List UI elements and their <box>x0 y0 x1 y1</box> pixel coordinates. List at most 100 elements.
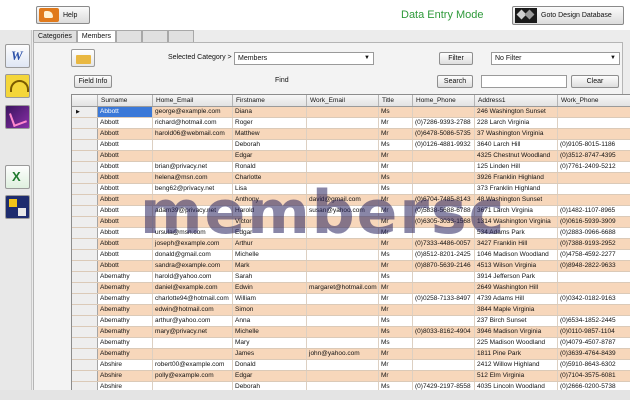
cell-home-email[interactable]: joseph@example.com <box>153 239 233 249</box>
cell-work-phone[interactable]: (0)0342-0182-9163 <box>558 294 630 304</box>
table-row[interactable]: Abernathy edwin@hotmail.com Simon Mr 3844 Ma… <box>72 305 630 316</box>
cell-work-phone[interactable] <box>558 283 630 293</box>
cell-firstname[interactable]: Diana <box>233 107 307 117</box>
row-header[interactable] <box>72 195 98 205</box>
excel-icon[interactable] <box>5 165 30 189</box>
cell-home-email[interactable]: charlotte94@hotmail.com <box>153 294 233 304</box>
cell-address1[interactable]: 3640 Larch Hill <box>475 140 558 150</box>
cell-work-email[interactable] <box>307 184 379 194</box>
cell-firstname[interactable]: Ronald <box>233 162 307 172</box>
cell-address1[interactable]: 3671 Larch Virginia <box>475 206 558 216</box>
cell-work-email[interactable] <box>307 327 379 337</box>
cell-address1[interactable]: 237 Birch Sunset <box>475 316 558 326</box>
table-row[interactable]: Abernathy charlotte94@hotmail.com William M… <box>72 294 630 305</box>
cell-surname[interactable]: Abernathy <box>98 283 153 293</box>
cell-address1[interactable]: 225 Madison Woodland <box>475 338 558 348</box>
row-header[interactable] <box>72 239 98 249</box>
cell-home-phone[interactable]: (0)6704-7485-8143 <box>413 195 475 205</box>
cell-address1[interactable]: 1046 Madison Woodland <box>475 250 558 260</box>
cell-firstname[interactable]: Edgar <box>233 228 307 238</box>
cell-work-phone[interactable]: (0)0110-9857-1104 <box>558 327 630 337</box>
cell-home-phone[interactable] <box>413 107 475 117</box>
cell-home-email[interactable]: daniel@example.com <box>153 283 233 293</box>
table-row[interactable]: Abbott Anthony david@gmail.com Mr (0)6704-74… <box>72 195 630 206</box>
cell-home-email[interactable] <box>153 338 233 348</box>
tab-members[interactable]: Members <box>76 30 117 42</box>
cell-title[interactable]: Ms <box>379 250 413 260</box>
cell-home-phone[interactable]: (0)0126-4881-9932 <box>413 140 475 150</box>
row-header[interactable] <box>72 261 98 271</box>
cell-firstname[interactable]: Michelle <box>233 250 307 260</box>
cell-home-phone[interactable] <box>413 316 475 326</box>
cell-home-phone[interactable] <box>413 173 475 183</box>
cell-home-email[interactable]: edwin@hotmail.com <box>153 305 233 315</box>
cell-work-phone[interactable]: (0)6534-1852-2445 <box>558 316 630 326</box>
cell-work-email[interactable] <box>307 305 379 315</box>
cell-work-phone[interactable]: (0)8948-2822-9633 <box>558 261 630 271</box>
cell-address1[interactable]: 4739 Adams Hill <box>475 294 558 304</box>
cell-address1[interactable]: 1811 Pine Park <box>475 349 558 359</box>
cell-surname[interactable]: Abbott <box>98 217 153 227</box>
cell-work-email[interactable] <box>307 294 379 304</box>
cell-firstname[interactable]: William <box>233 294 307 304</box>
cell-title[interactable]: Ms <box>379 338 413 348</box>
cell-firstname[interactable]: Arthur <box>233 239 307 249</box>
cell-home-email[interactable] <box>153 217 233 227</box>
cell-work-phone[interactable]: (0)3639-4764-8439 <box>558 349 630 359</box>
cell-title[interactable]: Ms <box>379 140 413 150</box>
cell-address1[interactable]: 2649 Washington Hill <box>475 283 558 293</box>
cell-address1[interactable]: 1314 Washington Virginia <box>475 217 558 227</box>
find-input[interactable] <box>481 75 567 88</box>
cell-work-phone[interactable] <box>558 129 630 139</box>
cell-title[interactable]: Mr <box>379 162 413 172</box>
column-header-title[interactable]: Title <box>379 95 413 106</box>
cell-surname[interactable]: Abernathy <box>98 327 153 337</box>
cell-home-phone[interactable] <box>413 162 475 172</box>
cell-title[interactable]: Ms <box>379 327 413 337</box>
cell-home-email[interactable]: polly@example.com <box>153 371 233 381</box>
column-header-work-phone[interactable]: Work_Phone <box>558 95 630 106</box>
gauge-icon[interactable] <box>5 74 30 98</box>
table-row[interactable]: Abbott Victor Mr (0)6305-3033-1568 1314 Wash… <box>72 217 630 228</box>
cell-work-phone[interactable] <box>558 173 630 183</box>
cell-work-phone[interactable] <box>558 305 630 315</box>
table-row[interactable]: Abshire robert00@example.com Donald Mr 2412 … <box>72 360 630 371</box>
cell-work-email[interactable] <box>307 129 379 139</box>
cell-address1[interactable]: 3926 Franklin Highland <box>475 173 558 183</box>
cell-title[interactable]: Mr <box>379 118 413 128</box>
cell-home-phone[interactable] <box>413 283 475 293</box>
cell-home-email[interactable]: harold06@webmail.com <box>153 129 233 139</box>
cell-work-email[interactable] <box>307 118 379 128</box>
table-row[interactable]: Abbott joseph@example.com Arthur Mr (0)7333-… <box>72 239 630 250</box>
row-header[interactable] <box>72 316 98 326</box>
cell-title[interactable]: Mr <box>379 349 413 359</box>
cell-work-email[interactable] <box>307 261 379 271</box>
cell-surname[interactable]: Abbott <box>98 173 153 183</box>
cell-home-email[interactable]: beng62@privacy.net <box>153 184 233 194</box>
cell-home-phone[interactable]: (0)6478-5086-5735 <box>413 129 475 139</box>
cell-home-email[interactable]: george@example.com <box>153 107 233 117</box>
goto-design-database-button[interactable]: Goto Design Database <box>512 6 624 25</box>
cell-title[interactable]: Ms <box>379 184 413 194</box>
cell-firstname[interactable]: Matthew <box>233 129 307 139</box>
cell-address1[interactable]: 246 Washington Sunset <box>475 107 558 117</box>
word-icon[interactable] <box>5 44 30 68</box>
members-grid[interactable]: Surname Home_Email Firstname Work_Email Titl… <box>71 94 630 394</box>
cell-work-email[interactable] <box>307 162 379 172</box>
cell-address1[interactable]: 3844 Maple Virginia <box>475 305 558 315</box>
cell-home-email[interactable] <box>153 195 233 205</box>
table-row[interactable]: Abernathy mary@privacy.net Michelle Ms (0)80… <box>72 327 630 338</box>
table-row[interactable]: Abernathy James john@yahoo.com Mr 1811 Pine … <box>72 349 630 360</box>
cell-firstname[interactable]: Mark <box>233 261 307 271</box>
cell-work-phone[interactable]: (0)2883-0966-6688 <box>558 228 630 238</box>
cell-surname[interactable]: Abbott <box>98 118 153 128</box>
cell-work-email[interactable] <box>307 151 379 161</box>
cell-address1[interactable]: 373 Franklin Highland <box>475 184 558 194</box>
cell-work-email[interactable] <box>307 173 379 183</box>
cell-title[interactable]: Mr <box>379 129 413 139</box>
cell-surname[interactable]: Abernathy <box>98 305 153 315</box>
cell-address1[interactable]: 534 Adams Park <box>475 228 558 238</box>
cell-home-email[interactable]: robert00@example.com <box>153 360 233 370</box>
row-header[interactable] <box>72 228 98 238</box>
cell-title[interactable]: Mr <box>379 206 413 216</box>
